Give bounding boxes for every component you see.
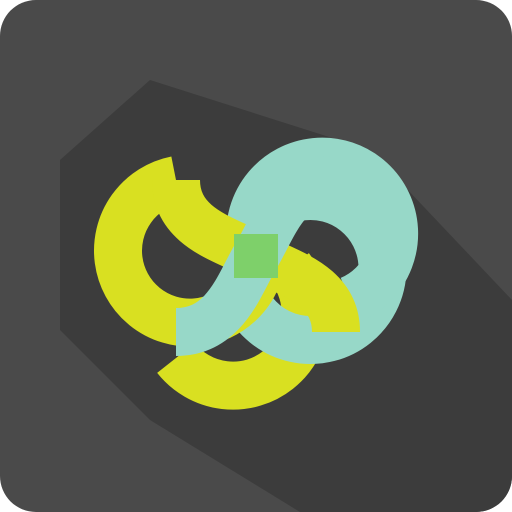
- ring-overlap-square: [234, 234, 278, 278]
- app-icon: [0, 0, 512, 512]
- interlocking-rings-logo-icon: [0, 0, 512, 512]
